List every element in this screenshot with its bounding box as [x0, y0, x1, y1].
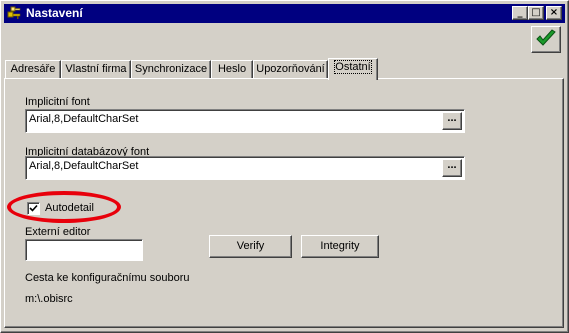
tab-label: Ostatní	[334, 60, 372, 74]
tab-label: Vlastní firma	[65, 63, 127, 75]
autodetail-label[interactable]: Autodetail	[45, 202, 94, 215]
check-icon	[29, 204, 38, 212]
close-icon: ×	[549, 7, 559, 18]
font-value: Arial,8,DefaultCharSet	[29, 113, 139, 125]
minimize-icon: _	[517, 7, 523, 18]
integrity-button[interactable]: Integrity	[301, 235, 379, 258]
tab-ostatni[interactable]: Ostatní	[328, 58, 378, 80]
config-path-label: Cesta ke konfiguračnímu souboru	[25, 272, 190, 284]
tab-label: Synchronizace	[134, 63, 208, 75]
external-editor-field[interactable]	[25, 239, 143, 261]
font-label: Implicitní font	[25, 96, 90, 108]
tab-label: Adresáře	[10, 63, 56, 75]
db-font-value: Arial,8,DefaultCharSet	[29, 160, 139, 172]
tab-strip: Adresáře Vlastní firma Synchronizace Hes…	[4, 58, 564, 80]
font-field[interactable]: Arial,8,DefaultCharSet ...	[25, 109, 465, 133]
maximize-icon: □	[531, 7, 541, 18]
verify-button[interactable]: Verify	[209, 235, 292, 258]
window-title: Nastavení	[26, 6, 83, 20]
tab-synchronizace[interactable]: Synchronizace	[131, 60, 211, 79]
external-editor-label: Externí editor	[25, 226, 91, 238]
font-browse-button[interactable]: ...	[442, 112, 462, 130]
tab-label: Upozorňování	[256, 63, 325, 75]
tab-adresare[interactable]: Adresáře	[5, 60, 61, 79]
config-path-value: m:\.obisrc	[25, 293, 73, 305]
keys-icon	[7, 6, 23, 21]
minimize-button[interactable]: _	[512, 6, 528, 20]
settings-window: Nastavení _ □ × Adresáře Vlastní firma S…	[0, 0, 569, 333]
tab-label: Heslo	[217, 63, 247, 75]
close-button[interactable]: ×	[546, 6, 562, 20]
autodetail-checkbox[interactable]	[27, 202, 40, 215]
integrity-label: Integrity	[320, 240, 360, 252]
ok-button[interactable]	[531, 26, 561, 53]
checkmark-icon	[536, 29, 556, 46]
db-font-browse-button[interactable]: ...	[442, 159, 462, 177]
db-font-field[interactable]: Arial,8,DefaultCharSet ...	[25, 156, 465, 180]
maximize-button[interactable]: □	[528, 6, 544, 20]
tab-upozornovani[interactable]: Upozorňování	[253, 60, 328, 79]
title-bar[interactable]: Nastavení _ □ ×	[4, 4, 565, 23]
tab-panel-ostatni: Implicitní font Arial,8,DefaultCharSet .…	[4, 78, 564, 328]
verify-label: Verify	[236, 240, 265, 252]
tab-vlastni-firma[interactable]: Vlastní firma	[61, 60, 131, 79]
tab-heslo[interactable]: Heslo	[211, 60, 253, 79]
